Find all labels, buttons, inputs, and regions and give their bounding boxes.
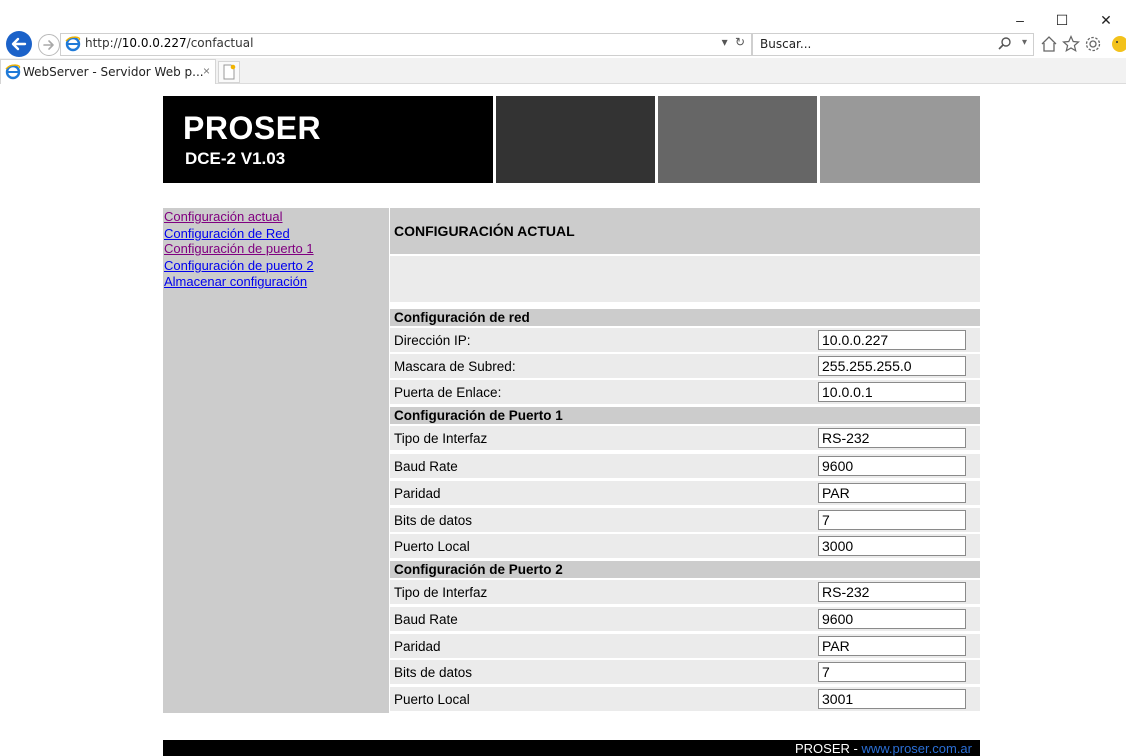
- url-text: http://10.0.0.227/confactual: [85, 36, 253, 50]
- table-row: Dirección IP:: [390, 328, 980, 352]
- group-title: Configuración de Puerto 2: [394, 562, 563, 577]
- close-window-button[interactable]: ✕: [1094, 10, 1118, 30]
- refresh-icon[interactable]: ↻: [735, 35, 745, 49]
- new-tab-icon: [223, 64, 236, 80]
- search-input[interactable]: Buscar...: [760, 37, 811, 51]
- search-box[interactable]: Buscar... ▾: [752, 33, 1034, 56]
- table-row: Bits de datos: [390, 660, 980, 684]
- arrow-left-icon: [11, 37, 27, 51]
- nav-link-configuracion-puerto-1[interactable]: Configuración de puerto 1: [164, 242, 314, 256]
- group-header-puerto-1: Configuración de Puerto 1: [390, 407, 980, 424]
- field-label: Paridad: [394, 486, 441, 501]
- nav-link-configuracion-actual[interactable]: Configuración actual: [164, 210, 283, 224]
- port1-data-bits-field[interactable]: [818, 510, 966, 530]
- smiley-feedback-icon[interactable]: [1106, 35, 1126, 53]
- nav-link-almacenar-configuracion[interactable]: Almacenar configuración: [164, 275, 307, 289]
- address-controls: ▾ ↻: [722, 35, 745, 49]
- url-path: /confactual: [186, 36, 254, 50]
- home-icon[interactable]: [1040, 35, 1058, 53]
- footer: PROSER - www.proser.com.ar: [163, 740, 980, 756]
- table-row: Baud Rate: [390, 454, 980, 478]
- table-row: Puerto Local: [390, 687, 980, 711]
- group-title: Configuración de Puerto 1: [394, 408, 563, 423]
- browser-toolbar: – ☐ ✕ http://10.0.0.227/confactual ▾ ↻ B…: [0, 0, 1126, 58]
- field-label: Bits de datos: [394, 665, 473, 680]
- ie-tab-icon: [5, 64, 21, 80]
- model-version: DCE-2 V1.03: [185, 149, 286, 168]
- port1-local-port-field[interactable]: [818, 536, 966, 556]
- ie-page-icon: [65, 36, 81, 52]
- group-header-puerto-2: Configuración de Puerto 2: [390, 561, 980, 578]
- table-row: Baud Rate: [390, 607, 980, 631]
- port1-baud-rate-field[interactable]: [818, 456, 966, 476]
- subnet-mask-field[interactable]: [818, 356, 966, 376]
- field-label: Dirección IP:: [394, 333, 471, 348]
- field-label: Puerto Local: [394, 539, 470, 554]
- footer-company: PROSER: [794, 741, 850, 756]
- table-row: Paridad: [390, 634, 980, 658]
- ip-address-field[interactable]: [818, 330, 966, 350]
- port2-local-port-field[interactable]: [818, 689, 966, 709]
- port2-data-bits-field[interactable]: [818, 662, 966, 682]
- field-label: Baud Rate: [394, 459, 458, 474]
- brand-block: PROSER DCE-2 V1.03: [163, 96, 493, 183]
- header-block-mid: [658, 96, 817, 183]
- tab-bar: WebServer - Servidor Web p... ×: [0, 58, 1126, 84]
- dropdown-icon[interactable]: ▾: [722, 35, 728, 49]
- nav-link-configuracion-red[interactable]: Configuración de Red: [164, 227, 290, 241]
- header-block-light: [820, 96, 980, 183]
- table-row: Tipo de Interfaz: [390, 426, 980, 450]
- blank-row: [390, 256, 980, 302]
- tab-close-icon[interactable]: ×: [203, 64, 210, 78]
- footer-separator: -: [849, 741, 862, 756]
- arrow-right-icon: [43, 40, 54, 50]
- gear-icon[interactable]: [1084, 35, 1102, 53]
- table-row: Puerto Local: [390, 534, 980, 558]
- table-row: Mascara de Subred:: [390, 354, 980, 378]
- field-label: Tipo de Interfaz: [394, 431, 488, 446]
- field-label: Mascara de Subred:: [394, 359, 516, 374]
- search-icon[interactable]: [998, 37, 1011, 50]
- tab-title: WebServer - Servidor Web p...: [23, 65, 204, 79]
- footer-website-link[interactable]: www.proser.com.ar: [861, 741, 972, 756]
- port2-parity-field[interactable]: [818, 636, 966, 656]
- address-bar[interactable]: http://10.0.0.227/confactual ▾ ↻: [60, 33, 752, 56]
- port2-interface-field[interactable]: [818, 582, 966, 602]
- maximize-button[interactable]: ☐: [1050, 10, 1074, 30]
- table-row: Paridad: [390, 481, 980, 505]
- group-title: Configuración de red: [394, 310, 530, 325]
- nav-link-configuracion-puerto-2[interactable]: Configuración de puerto 2: [164, 259, 314, 273]
- url-host: 10.0.0.227: [121, 36, 187, 50]
- url-prefix: http://: [85, 36, 122, 50]
- new-tab-button[interactable]: [218, 61, 240, 83]
- brand-title: PROSER: [183, 110, 322, 146]
- port1-interface-field[interactable]: [818, 428, 966, 448]
- port2-baud-rate-field[interactable]: [818, 609, 966, 629]
- port1-parity-field[interactable]: [818, 483, 966, 503]
- field-label: Tipo de Interfaz: [394, 585, 488, 600]
- header-block-dark: [496, 96, 655, 183]
- page-title-bar: CONFIGURACIÓN ACTUAL: [390, 208, 980, 254]
- sidebar-nav: Configuración actual Configuración de Re…: [163, 208, 389, 713]
- back-button[interactable]: [6, 31, 32, 57]
- field-label: Baud Rate: [394, 612, 458, 627]
- minimize-button[interactable]: –: [1008, 10, 1032, 30]
- page-title: CONFIGURACIÓN ACTUAL: [394, 223, 575, 239]
- field-label: Puerta de Enlace:: [394, 385, 502, 400]
- field-label: Paridad: [394, 639, 441, 654]
- favorites-star-icon[interactable]: [1062, 35, 1080, 53]
- forward-button[interactable]: [38, 34, 60, 56]
- footer-text: PROSER - www.proser.com.ar: [795, 741, 972, 756]
- group-header-red: Configuración de red: [390, 309, 980, 326]
- table-row: Tipo de Interfaz: [390, 580, 980, 604]
- field-label: Bits de datos: [394, 513, 473, 528]
- header-banner: PROSER DCE-2 V1.03: [163, 96, 980, 183]
- chevron-down-icon[interactable]: ▾: [1022, 37, 1027, 48]
- field-label: Puerto Local: [394, 692, 470, 707]
- table-row: Puerta de Enlace:: [390, 380, 980, 404]
- gateway-field[interactable]: [818, 382, 966, 402]
- tab-webserver[interactable]: WebServer - Servidor Web p... ×: [0, 59, 216, 84]
- table-row: Bits de datos: [390, 508, 980, 532]
